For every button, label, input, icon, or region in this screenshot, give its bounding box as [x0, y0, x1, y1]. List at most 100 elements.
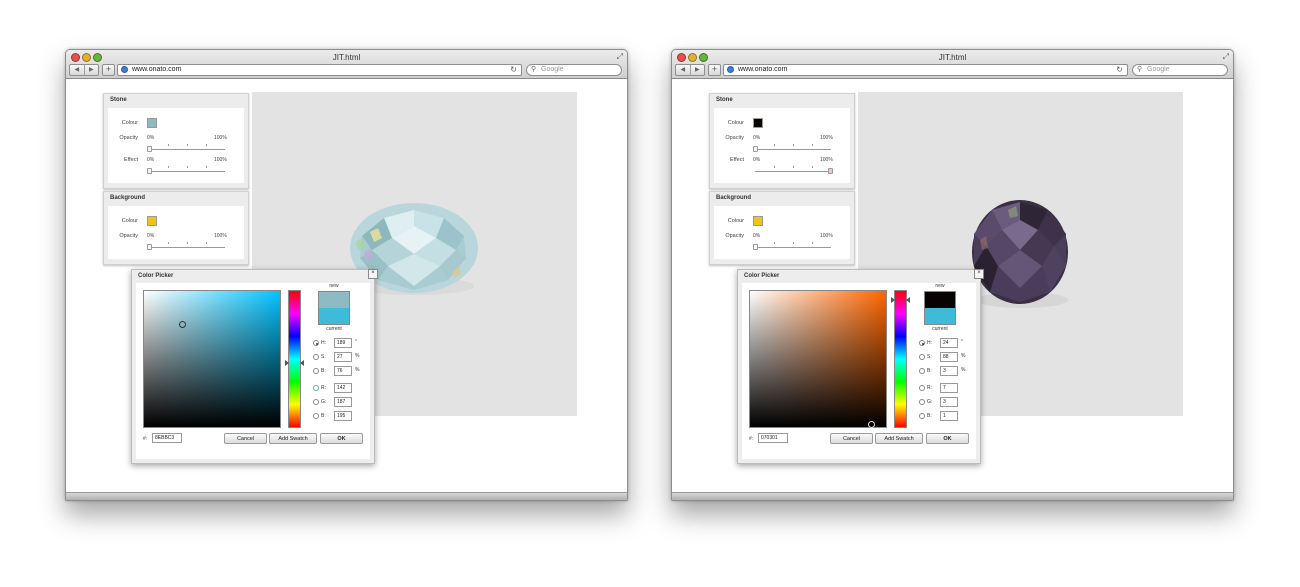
close-picker-button[interactable]: ×	[368, 269, 378, 279]
blue-input[interactable]: 195	[334, 411, 352, 421]
brightness-input[interactable]: 3	[940, 366, 958, 376]
hex-label: #:	[143, 436, 148, 442]
background-panel-title: Background	[110, 195, 146, 201]
red-input[interactable]: 142	[334, 383, 352, 393]
color-picker-dialog: Color Picker × new current H:	[131, 269, 378, 464]
fullscreen-icon[interactable]: ⤢	[617, 52, 623, 62]
brightness-radio[interactable]	[919, 368, 925, 374]
hue-slider[interactable]	[285, 290, 304, 428]
background-opacity-max: 100%	[820, 233, 833, 239]
saturation-radio[interactable]	[919, 354, 925, 360]
stone-effect-track[interactable]	[149, 171, 225, 172]
hex-label: #:	[749, 436, 754, 442]
stone-colour-swatch[interactable]	[753, 118, 763, 128]
search-field[interactable]: ⚲ Google	[526, 64, 622, 76]
forward-arrow-icon[interactable]: ▶	[83, 65, 99, 75]
ok-button[interactable]: OK	[320, 433, 363, 444]
red-radio[interactable]	[919, 385, 925, 391]
saturation-brightness-cursor[interactable]	[868, 421, 875, 428]
add-bookmark-button[interactable]: +	[708, 64, 721, 76]
current-color-label: current	[932, 326, 948, 332]
stone-opacity-slider-thumb[interactable]	[147, 146, 152, 152]
address-bar[interactable]: www.onato.com ↻	[723, 64, 1128, 76]
background-colour-swatch[interactable]	[753, 216, 763, 226]
stone-colour-swatch[interactable]	[147, 118, 157, 128]
stone-effect-track[interactable]	[755, 171, 831, 172]
stone-effect-slider-thumb[interactable]	[828, 168, 833, 174]
back-arrow-icon[interactable]: ◀	[70, 65, 84, 75]
current-color-preview[interactable]	[319, 308, 349, 324]
green-radio[interactable]	[919, 399, 925, 405]
saturation-brightness-field[interactable]	[143, 290, 281, 428]
reload-icon[interactable]: ↻	[1116, 65, 1123, 75]
background-panel-body: Colour Opacity 0% 100%	[108, 206, 244, 259]
background-opacity-label: Opacity	[725, 233, 744, 239]
stone-panel-body: Colour Opacity 0% 100% Effect 0% 100%	[714, 108, 850, 183]
hue-input[interactable]: 24	[940, 338, 958, 348]
saturation-radio[interactable]	[313, 354, 319, 360]
search-field[interactable]: ⚲ Google	[1132, 64, 1228, 76]
add-swatch-button[interactable]: Add Swatch	[875, 433, 923, 444]
color-picker-body: new current H: 24 ° S: 88 % B: 3 % R: 7 …	[742, 283, 976, 459]
cancel-button[interactable]: Cancel	[830, 433, 873, 444]
hue-arrow-left-icon[interactable]	[285, 360, 289, 366]
stone-effect-slider-thumb[interactable]	[147, 168, 152, 174]
close-picker-button[interactable]: ×	[974, 269, 984, 279]
stone-opacity-label: Opacity	[119, 135, 138, 141]
back-forward-buttons[interactable]: ◀ ▶	[675, 64, 705, 76]
stone-opacity-track[interactable]	[149, 149, 225, 150]
stone-opacity-slider-thumb[interactable]	[753, 146, 758, 152]
stone-effect-max: 100%	[214, 157, 227, 163]
color-picker-title: Color Picker	[138, 273, 174, 279]
back-forward-buttons[interactable]: ◀ ▶	[69, 64, 99, 76]
hue-arrow-right-icon[interactable]	[300, 360, 304, 366]
hex-input[interactable]: 070301	[758, 433, 788, 443]
green-radio[interactable]	[313, 399, 319, 405]
ok-button[interactable]: OK	[926, 433, 969, 444]
green-input[interactable]: 3	[940, 397, 958, 407]
stone-panel: Stone Colour Opacity 0% 100% Effect 0% 1…	[709, 93, 855, 189]
hex-input[interactable]: 8EBBC3	[152, 433, 182, 443]
blue-radio[interactable]	[919, 413, 925, 419]
back-arrow-icon[interactable]: ◀	[676, 65, 690, 75]
globe-icon	[727, 66, 734, 73]
fullscreen-icon[interactable]: ⤢	[1223, 52, 1229, 62]
hue-slider[interactable]	[891, 290, 910, 428]
saturation-brightness-field[interactable]	[749, 290, 887, 428]
hue-input[interactable]: 189	[334, 338, 352, 348]
blue-radio[interactable]	[313, 413, 319, 419]
red-input[interactable]: 7	[940, 383, 958, 393]
forward-arrow-icon[interactable]: ▶	[689, 65, 705, 75]
background-opacity-slider-thumb[interactable]	[147, 244, 152, 250]
background-opacity-slider-thumb[interactable]	[753, 244, 758, 250]
hue-arrow-right-icon[interactable]	[906, 297, 910, 303]
address-bar[interactable]: www.onato.com ↻	[117, 64, 522, 76]
background-opacity-track[interactable]	[149, 247, 225, 248]
add-swatch-button[interactable]: Add Swatch	[269, 433, 317, 444]
cancel-button[interactable]: Cancel	[224, 433, 267, 444]
saturation-brightness-cursor[interactable]	[179, 321, 186, 328]
brightness-radio[interactable]	[313, 368, 319, 374]
stone-panel: Stone Colour Opacity 0% 100% Effect 0% 1…	[103, 93, 249, 189]
stone-panel-title: Stone	[110, 97, 127, 103]
search-icon: ⚲	[531, 66, 537, 73]
saturation-input[interactable]: 88	[940, 352, 958, 362]
current-color-preview[interactable]	[925, 308, 955, 324]
window-bottom-bar	[672, 492, 1233, 500]
blue-input[interactable]: 1	[940, 411, 958, 421]
background-colour-swatch[interactable]	[147, 216, 157, 226]
hue-radio[interactable]	[313, 340, 319, 346]
brightness-input[interactable]: 76	[334, 366, 352, 376]
page-content: Stone Colour Opacity 0% 100% Effect 0% 1…	[66, 79, 627, 494]
stone-opacity-max: 100%	[820, 135, 833, 141]
green-input[interactable]: 187	[334, 397, 352, 407]
stone-opacity-track[interactable]	[755, 149, 831, 150]
background-opacity-track[interactable]	[755, 247, 831, 248]
hue-arrow-left-icon[interactable]	[891, 297, 895, 303]
add-bookmark-button[interactable]: +	[102, 64, 115, 76]
stone-opacity-label: Opacity	[725, 135, 744, 141]
red-radio[interactable]	[313, 385, 319, 391]
reload-icon[interactable]: ↻	[510, 65, 517, 75]
hue-radio[interactable]	[919, 340, 925, 346]
saturation-input[interactable]: 27	[334, 352, 352, 362]
